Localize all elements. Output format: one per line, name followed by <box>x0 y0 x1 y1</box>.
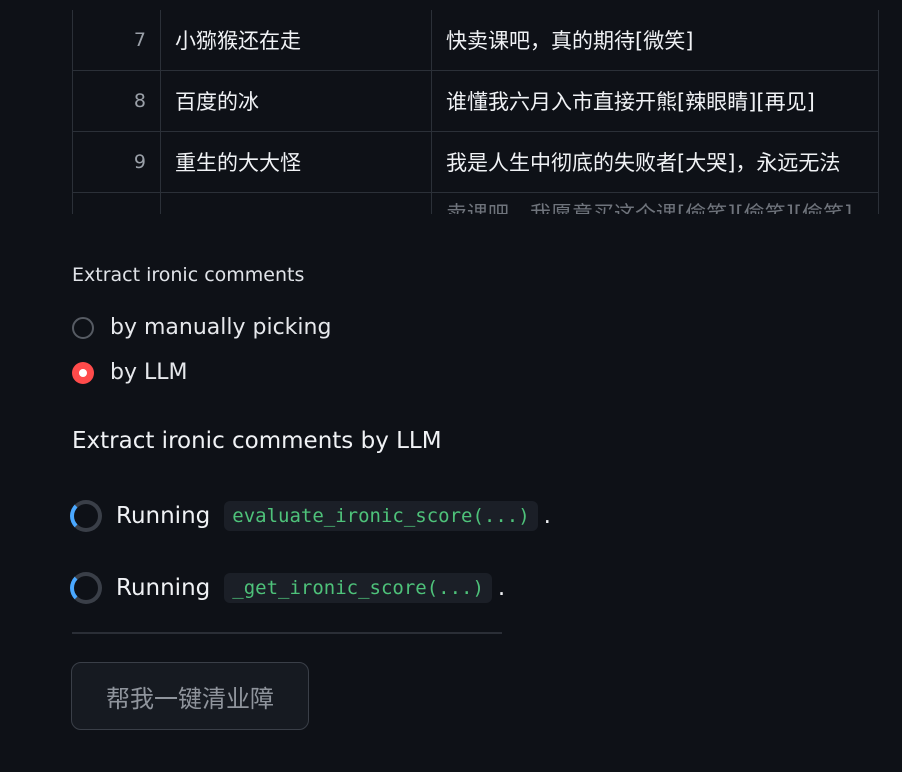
row-index: 8 <box>73 70 161 132</box>
row-user: 小猕猴还在走 <box>160 10 432 71</box>
status-code: _get_ironic_score(...) <box>224 573 492 603</box>
loading-spinner-icon <box>70 572 102 604</box>
status-suffix: . <box>543 503 551 529</box>
status-running-evaluate: Running evaluate_ironic_score(...) . <box>70 500 551 532</box>
row-comment: 谁懂我六月入市直接开熊[辣眼睛][再见] <box>431 70 878 132</box>
row-comment: 卖课吧，我愿意买这个课[偷笑][偷笑][偷笑] <box>431 192 878 214</box>
status-code: evaluate_ironic_score(...) <box>224 501 538 531</box>
divider <box>72 632 502 634</box>
radio-checked-icon[interactable] <box>72 361 94 384</box>
radio-option-llm[interactable]: by LLM <box>72 360 187 385</box>
loading-spinner-icon <box>70 500 102 532</box>
row-user: 重生的大大怪 <box>160 131 432 193</box>
status-prefix: Running <box>116 503 211 529</box>
radio-unchecked-icon[interactable] <box>72 316 94 339</box>
table-row[interactable]: 7 小猕猴还在走 快卖课吧，真的期待[微笑] <box>73 10 878 71</box>
status-running-get: Running _get_ironic_score(...) . <box>70 572 505 604</box>
table-row[interactable]: 8 百度的冰 谁懂我六月入市直接开熊[辣眼睛][再见] <box>73 70 878 132</box>
radio-option-manual[interactable]: by manually picking <box>72 315 331 340</box>
row-comment: 快卖课吧，真的期待[微笑] <box>431 10 878 71</box>
llm-section-title: Extract ironic comments by LLM <box>72 428 442 454</box>
row-user: 百度的冰 <box>160 70 432 132</box>
status-prefix: Running <box>116 575 211 601</box>
row-index: 7 <box>73 10 161 71</box>
comments-table[interactable]: 7 小猕猴还在走 快卖课吧，真的期待[微笑] 8 百度的冰 谁懂我六月入市直接开… <box>72 10 879 214</box>
clear-karma-button[interactable]: 帮我一键清业障 <box>71 662 309 730</box>
table-row[interactable]: 9 重生的大大怪 我是人生中彻底的失败者[大哭]，永远无法 <box>73 131 878 193</box>
table-row[interactable]: 卖课吧，我愿意买这个课[偷笑][偷笑][偷笑] <box>73 192 878 214</box>
row-index: 9 <box>73 131 161 193</box>
radio-label: by manually picking <box>110 315 332 340</box>
row-comment: 我是人生中彻底的失败者[大哭]，永远无法 <box>431 131 878 193</box>
extract-method-label: Extract ironic comments <box>72 264 305 286</box>
status-suffix: . <box>497 575 506 601</box>
row-index <box>73 192 161 214</box>
row-user <box>160 192 432 214</box>
radio-label: by LLM <box>110 360 188 385</box>
